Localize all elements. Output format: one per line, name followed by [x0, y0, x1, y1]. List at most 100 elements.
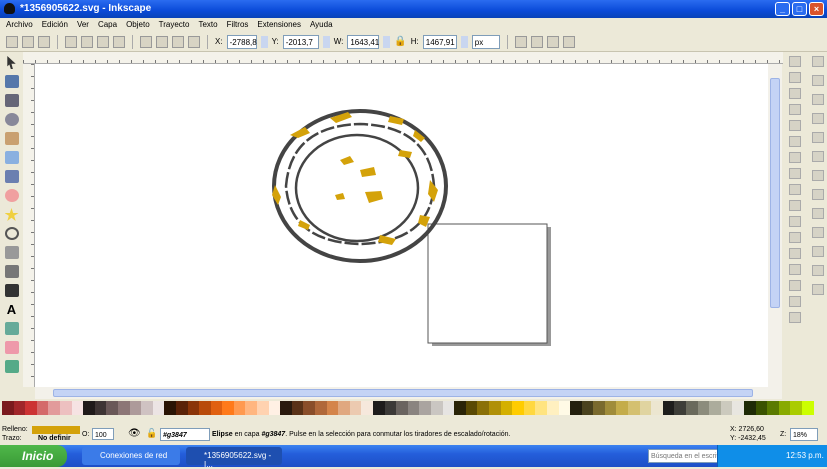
redo-icon[interactable] — [789, 168, 801, 179]
palette-swatch[interactable] — [720, 401, 733, 415]
palette-swatch[interactable] — [338, 401, 350, 415]
zoom-selection-icon[interactable] — [789, 232, 801, 243]
snap-toggle-icon[interactable] — [811, 56, 824, 67]
new-document-icon[interactable] — [789, 56, 801, 67]
fill-swatch[interactable] — [32, 426, 80, 434]
lower-icon[interactable] — [172, 35, 184, 48]
layer-select[interactable]: #g3847 — [160, 428, 210, 441]
vertical-scrollbar[interactable] — [768, 64, 782, 387]
select-all-layers-icon[interactable] — [22, 35, 34, 48]
snap-midpoints-icon[interactable] — [811, 132, 824, 143]
measure-tool-icon[interactable] — [4, 132, 19, 145]
palette-swatch[interactable] — [210, 401, 223, 415]
horizontal-scroll-thumb[interactable] — [53, 389, 753, 397]
transform-gradients-icon[interactable] — [546, 35, 559, 48]
palette-swatch[interactable] — [373, 401, 385, 415]
paste-icon[interactable] — [789, 216, 801, 227]
flip-vertical-icon[interactable] — [113, 35, 125, 48]
palette-swatch[interactable] — [535, 401, 547, 415]
palette-swatch[interactable] — [662, 401, 675, 415]
palette-swatch[interactable] — [164, 401, 176, 415]
palette-swatch[interactable] — [257, 401, 269, 415]
y-spinner[interactable] — [322, 35, 330, 48]
save-icon[interactable] — [789, 88, 801, 99]
menu-capa[interactable]: Capa — [98, 20, 117, 30]
bucket-tool-icon[interactable] — [4, 360, 19, 373]
palette-swatch[interactable] — [106, 401, 118, 415]
palette-swatch[interactable] — [628, 401, 640, 415]
raise-icon[interactable] — [156, 35, 168, 48]
palette-swatch[interactable] — [465, 401, 478, 415]
palette-swatch[interactable] — [616, 401, 629, 415]
palette-swatch[interactable] — [245, 401, 258, 415]
rect-tool-icon[interactable] — [4, 151, 19, 164]
palette-swatch[interactable] — [13, 401, 26, 415]
snap-corners-icon[interactable] — [811, 113, 824, 124]
w-input[interactable]: 1643,41 — [347, 34, 380, 49]
palette-swatch[interactable] — [790, 401, 802, 415]
palette-swatch[interactable] — [384, 401, 397, 415]
palette-swatch[interactable] — [488, 401, 501, 415]
palette-swatch[interactable] — [141, 401, 153, 415]
palette-swatch[interactable] — [755, 401, 768, 415]
palette-swatch[interactable] — [280, 401, 292, 415]
calligraphy-tool-icon[interactable] — [4, 284, 19, 297]
clone-icon[interactable] — [789, 296, 801, 307]
palette-swatch[interactable] — [291, 401, 304, 415]
cut-icon[interactable] — [789, 200, 801, 211]
x-spinner[interactable] — [260, 35, 268, 48]
scale-corners-icon[interactable] — [530, 35, 543, 48]
palette-swatch[interactable] — [454, 401, 466, 415]
open-icon[interactable] — [789, 72, 801, 83]
palette-swatch[interactable] — [94, 401, 107, 415]
palette-swatch[interactable] — [129, 401, 142, 415]
palette-swatch[interactable] — [315, 401, 327, 415]
pen-tool-icon[interactable] — [4, 265, 19, 278]
palette-swatch[interactable] — [407, 401, 420, 415]
palette-swatch[interactable] — [604, 401, 617, 415]
copy-icon[interactable] — [789, 184, 801, 195]
h-spinner[interactable] — [460, 35, 468, 48]
print-icon[interactable] — [789, 104, 801, 115]
palette-swatch[interactable] — [48, 401, 60, 415]
palette-swatch[interactable] — [71, 401, 84, 415]
horizontal-scrollbar[interactable] — [35, 387, 782, 399]
palette-swatch[interactable] — [25, 401, 37, 415]
rotate-cw-icon[interactable] — [81, 35, 93, 48]
palette-swatch[interactable] — [36, 401, 49, 415]
lower-to-bottom-icon[interactable] — [188, 35, 200, 48]
layer-visibility-eye-icon[interactable]: 👁 — [128, 428, 141, 439]
eraser-tool-icon[interactable] — [4, 341, 19, 354]
palette-swatch[interactable] — [83, 401, 95, 415]
snap-smooth-icon[interactable] — [811, 246, 824, 257]
group-icon[interactable] — [789, 312, 801, 323]
palette-swatch[interactable] — [349, 401, 362, 415]
menu-texto[interactable]: Texto — [198, 20, 217, 30]
y-input[interactable]: -2013,7 — [282, 34, 319, 49]
raise-to-top-icon[interactable] — [140, 35, 152, 48]
spray-tool-icon[interactable] — [4, 322, 19, 335]
menu-ayuda[interactable]: Ayuda — [310, 20, 333, 30]
selector-tool-icon[interactable] — [7, 56, 16, 69]
node-tool-icon[interactable] — [4, 75, 19, 88]
palette-swatch[interactable] — [59, 401, 72, 415]
palette-swatch[interactable] — [175, 401, 188, 415]
palette-swatch[interactable] — [430, 401, 443, 415]
stroke-value[interactable]: No definir — [38, 435, 71, 442]
menu-objeto[interactable]: Objeto — [126, 20, 150, 30]
maximize-button[interactable]: □ — [792, 2, 807, 16]
horizontal-ruler[interactable] — [23, 52, 783, 64]
palette-swatch[interactable] — [801, 401, 814, 415]
snap-bbox-icon[interactable] — [811, 75, 824, 86]
palette-swatch[interactable] — [523, 401, 536, 415]
deselect-icon[interactable] — [38, 35, 50, 48]
w-spinner[interactable] — [383, 35, 391, 48]
zoom-page-icon[interactable] — [789, 264, 801, 275]
palette-swatch[interactable] — [570, 401, 582, 415]
palette-swatch[interactable] — [442, 401, 455, 415]
import-icon[interactable] — [789, 120, 801, 131]
palette-swatch[interactable] — [222, 401, 234, 415]
palette-swatch[interactable] — [303, 401, 316, 415]
tweak-tool-icon[interactable] — [4, 94, 19, 107]
unit-select[interactable]: px — [471, 34, 500, 49]
